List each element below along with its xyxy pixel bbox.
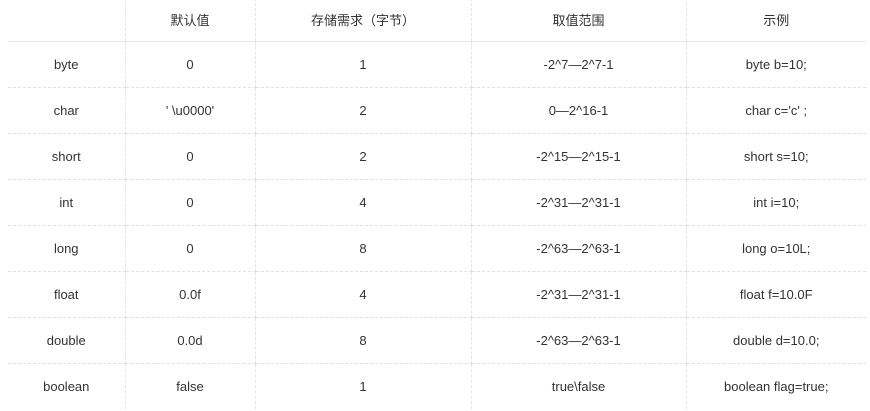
storage-cell: 4 bbox=[255, 179, 472, 226]
header-storage-bytes: 存储需求（字节） bbox=[255, 0, 472, 42]
type-cell: int bbox=[8, 179, 126, 226]
default-value-cell: 0.0d bbox=[125, 317, 256, 364]
range-cell: -2^7—2^7-1 bbox=[471, 41, 687, 88]
storage-cell: 8 bbox=[255, 225, 472, 272]
type-cell: long bbox=[8, 225, 126, 272]
example-cell: short s=10; bbox=[686, 133, 866, 180]
type-cell: byte bbox=[8, 41, 126, 88]
example-cell: double d=10.0; bbox=[686, 317, 866, 364]
type-cell: short bbox=[8, 133, 126, 180]
storage-cell: 8 bbox=[255, 317, 472, 364]
default-value-cell: 0 bbox=[125, 179, 256, 226]
table-row: short 0 2 -2^15—2^15-1 short s=10; bbox=[8, 133, 866, 180]
table-row: boolean false 1 true\false boolean flag=… bbox=[8, 363, 866, 409]
table-row: int 0 4 -2^31—2^31-1 int i=10; bbox=[8, 179, 866, 226]
example-cell: byte b=10; bbox=[686, 41, 866, 88]
range-cell: -2^63—2^63-1 bbox=[471, 317, 687, 364]
default-value-cell: 0 bbox=[125, 133, 256, 180]
storage-cell: 2 bbox=[255, 87, 472, 134]
type-cell: boolean bbox=[8, 363, 126, 409]
example-cell: float f=10.0F bbox=[686, 271, 866, 318]
range-cell: true\false bbox=[471, 363, 687, 409]
table-row: double 0.0d 8 -2^63—2^63-1 double d=10.0… bbox=[8, 317, 866, 364]
default-value-cell: 0 bbox=[125, 41, 256, 88]
header-value-range: 取值范围 bbox=[471, 0, 687, 42]
table-row: long 0 8 -2^63—2^63-1 long o=10L; bbox=[8, 225, 866, 272]
table-row: float 0.0f 4 -2^31—2^31-1 float f=10.0F bbox=[8, 271, 866, 318]
default-value-cell: ' \u0000' bbox=[125, 87, 256, 134]
header-row: 默认值 存储需求（字节） 取值范围 示例 bbox=[8, 0, 866, 42]
default-value-cell: 0 bbox=[125, 225, 256, 272]
example-cell: long o=10L; bbox=[686, 225, 866, 272]
header-example: 示例 bbox=[686, 0, 866, 42]
range-cell: -2^15—2^15-1 bbox=[471, 133, 687, 180]
type-cell: float bbox=[8, 271, 126, 318]
table-row: byte 0 1 -2^7—2^7-1 byte b=10; bbox=[8, 41, 866, 88]
type-cell: char bbox=[8, 87, 126, 134]
example-cell: char c='c' ; bbox=[686, 87, 866, 134]
table-row: char ' \u0000' 2 0—2^16-1 char c='c' ; bbox=[8, 87, 866, 134]
default-value-cell: false bbox=[125, 363, 256, 409]
java-primitive-types-table: 默认值 存储需求（字节） 取值范围 示例 byte 0 1 -2^7—2^7-1… bbox=[8, 0, 866, 409]
example-cell: int i=10; bbox=[686, 179, 866, 226]
example-cell: boolean flag=true; bbox=[724, 379, 829, 394]
range-cell: -2^31—2^31-1 bbox=[471, 179, 687, 226]
header-default-value: 默认值 bbox=[125, 0, 256, 42]
storage-cell: 1 bbox=[255, 41, 472, 88]
default-value-cell: 0.0f bbox=[125, 271, 256, 318]
header-type bbox=[8, 0, 126, 42]
storage-cell: 4 bbox=[255, 271, 472, 318]
range-cell: 0—2^16-1 bbox=[471, 87, 687, 134]
range-cell: -2^63—2^63-1 bbox=[471, 225, 687, 272]
range-cell: -2^31—2^31-1 bbox=[471, 271, 687, 318]
storage-cell: 1 bbox=[255, 363, 472, 409]
storage-cell: 2 bbox=[255, 133, 472, 180]
type-cell: double bbox=[8, 317, 126, 364]
